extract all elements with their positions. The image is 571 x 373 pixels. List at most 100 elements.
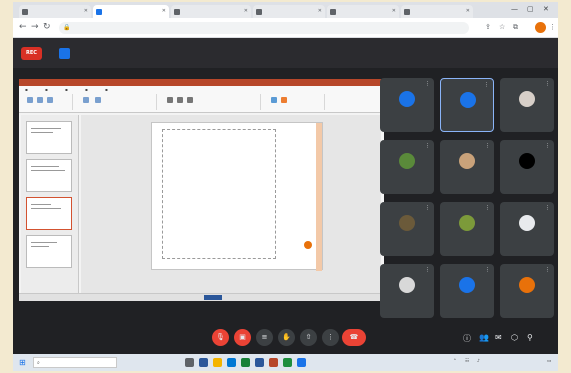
arrange-icon[interactable] (281, 97, 287, 103)
powerpoint-icon[interactable] (269, 358, 278, 367)
ribbon-tab[interactable]: ▪ (45, 87, 48, 92)
browser-tab-active[interactable]: ✕ (93, 5, 169, 18)
tab-favicon-icon (22, 9, 28, 15)
ribbon-tab[interactable]: ▪ (25, 87, 28, 92)
participant-tile[interactable]: ⋮ (500, 140, 554, 194)
participant-tile[interactable]: ⋮ (380, 140, 434, 194)
chat-icon[interactable]: ✉ (495, 333, 502, 342)
back-icon[interactable]: ← (19, 22, 27, 32)
info-icon[interactable]: ⓘ (463, 333, 471, 344)
ribbon-tab[interactable]: ▪ (65, 87, 68, 92)
copy-icon[interactable] (47, 97, 53, 103)
address-bar[interactable]: 🔒 (59, 22, 469, 34)
app-icon[interactable] (297, 358, 306, 367)
cut-icon[interactable] (37, 97, 43, 103)
extensions-icon[interactable]: ⧉ (513, 23, 518, 32)
participant-tile[interactable]: ⋮ (380, 78, 434, 132)
participant-tile[interactable]: ⋮ (500, 264, 554, 318)
activities-icon[interactable]: ⬡ (511, 333, 518, 342)
slide-thumbnail[interactable] (26, 159, 72, 192)
slide-thumbnail-selected[interactable] (26, 197, 72, 230)
word-icon[interactable] (255, 358, 264, 367)
camera-off-button[interactable]: ▣ (234, 329, 251, 346)
ribbon-tab[interactable]: ▪ (105, 87, 108, 92)
layout-icon[interactable] (95, 97, 101, 103)
captions-button[interactable]: ≡ (256, 329, 273, 346)
participant-menu-icon[interactable]: ⋮ (545, 267, 550, 273)
menu-icon[interactable]: ⋮ (549, 23, 556, 31)
notifications-icon[interactable]: ▭ (547, 359, 551, 364)
edge-icon[interactable] (199, 358, 208, 367)
task-view-icon[interactable] (185, 358, 194, 367)
star-icon[interactable]: ☆ (499, 23, 505, 31)
profile-avatar[interactable] (535, 22, 546, 33)
host-controls-icon[interactable]: ⚲ (527, 333, 533, 342)
browser-tab[interactable]: ✕ (171, 5, 251, 18)
close-window-icon[interactable]: ✕ (543, 5, 549, 13)
italic-icon[interactable] (177, 97, 183, 103)
slide-canvas[interactable] (151, 122, 323, 271)
participant-menu-icon[interactable]: ⋮ (485, 143, 490, 149)
raise-hand-button[interactable]: ✋ (278, 329, 295, 346)
mic-off-button[interactable]: 🎙 (212, 329, 229, 346)
participant-tile[interactable]: ⋮ (380, 202, 434, 256)
paste-icon[interactable] (27, 97, 33, 103)
forward-icon[interactable]: → (31, 22, 39, 32)
maximize-icon[interactable]: ▢ (527, 5, 534, 13)
minimize-icon[interactable]: — (511, 5, 518, 13)
participant-menu-icon[interactable]: ⋮ (485, 267, 490, 273)
participant-menu-icon[interactable]: ⋮ (485, 205, 490, 211)
share-icon[interactable]: ⇪ (485, 23, 491, 31)
participant-tile[interactable]: ⋮ (440, 202, 494, 256)
more-options-button[interactable]: ⋮ (322, 329, 339, 346)
network-icon[interactable]: ☷ (465, 359, 469, 364)
browser-tab[interactable]: ✕ (19, 5, 91, 18)
participant-tile[interactable]: ⋮ (440, 78, 494, 132)
participant-menu-icon[interactable]: ⋮ (545, 81, 550, 87)
windows-start-icon[interactable]: ⊞ (19, 358, 26, 367)
people-icon[interactable]: 👥 (479, 333, 489, 342)
participant-menu-icon[interactable]: ⋮ (484, 82, 489, 88)
close-tab-icon[interactable]: ✕ (84, 8, 88, 14)
tab-favicon-icon (174, 9, 180, 15)
participant-menu-icon[interactable]: ⋮ (425, 81, 430, 87)
participant-menu-icon[interactable]: ⋮ (545, 143, 550, 149)
close-tab-icon[interactable]: ✕ (318, 8, 322, 14)
participant-menu-icon[interactable]: ⋮ (425, 267, 430, 273)
participant-tile[interactable]: ⋮ (440, 140, 494, 194)
browser-tab[interactable]: ✕ (401, 5, 473, 18)
reload-icon[interactable]: ↻ (43, 22, 51, 32)
participant-menu-icon[interactable]: ⋮ (545, 205, 550, 211)
bold-icon[interactable] (167, 97, 173, 103)
slide-thumbnail[interactable] (26, 121, 72, 154)
close-tab-icon[interactable]: ✕ (244, 8, 248, 14)
participant-tile[interactable]: ⋮ (500, 202, 554, 256)
code-textbox[interactable] (162, 129, 276, 259)
view-toggle[interactable] (204, 295, 222, 300)
participant-avatar (399, 215, 415, 231)
browser-tab[interactable]: ✕ (253, 5, 325, 18)
chrome-icon[interactable] (241, 358, 250, 367)
ribbon-tab[interactable]: ▪ (85, 87, 88, 92)
participant-tile[interactable]: ⋮ (500, 78, 554, 132)
leave-call-button[interactable]: ☎ (342, 329, 366, 346)
store-icon[interactable] (227, 358, 236, 367)
tray-chevron-icon[interactable]: ⌃ (453, 359, 457, 364)
volume-icon[interactable]: ♪ (477, 359, 480, 364)
browser-tab[interactable]: ✕ (327, 5, 399, 18)
excel-icon[interactable] (283, 358, 292, 367)
participant-menu-icon[interactable]: ⋮ (425, 205, 430, 211)
shapes-icon[interactable] (271, 97, 277, 103)
present-button[interactable]: ⇧ (300, 329, 317, 346)
participant-menu-icon[interactable]: ⋮ (425, 143, 430, 149)
file-explorer-icon[interactable] (213, 358, 222, 367)
participant-tile[interactable]: ⋮ (380, 264, 434, 318)
taskbar-search-input[interactable]: ⌕ (33, 357, 117, 368)
participant-tile[interactable]: ⋮ (440, 264, 494, 318)
new-slide-icon[interactable] (83, 97, 89, 103)
slide-thumbnail[interactable] (26, 235, 72, 268)
close-tab-icon[interactable]: ✕ (392, 8, 396, 14)
close-tab-icon[interactable]: ✕ (162, 8, 166, 14)
close-tab-icon[interactable]: ✕ (466, 8, 470, 14)
underline-icon[interactable] (187, 97, 193, 103)
